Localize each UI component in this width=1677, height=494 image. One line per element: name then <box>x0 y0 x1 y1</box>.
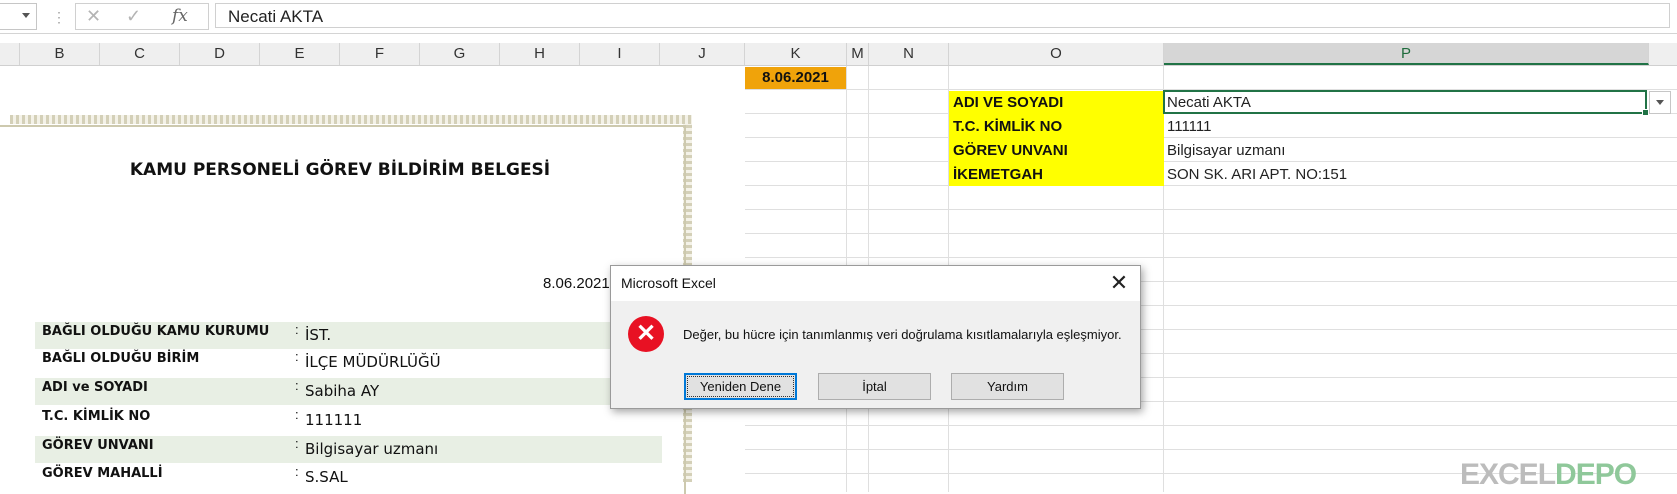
form-row: BAĞLI OLDUĞU BİRİM : İLÇE MÜDÜRLÜĞÜ <box>35 349 662 376</box>
formula-bar: ⋮ ✕ ✓ fx Necati AKTA <box>0 0 1677 34</box>
dialog-message: Değer, bu hücre için tanımlanmış veri do… <box>683 327 1122 342</box>
column-header[interactable]: C <box>100 43 180 65</box>
form-row-value: Bilgisayar uzmanı <box>305 440 439 458</box>
row-header-corner[interactable] <box>0 43 20 65</box>
dialog-title: Microsoft Excel <box>621 275 716 291</box>
name-box[interactable] <box>0 3 37 30</box>
validation-dropdown-button[interactable] <box>1649 91 1671 114</box>
error-dialog: Microsoft Excel ✕ ✕ Değer, bu hücre için… <box>610 265 1141 409</box>
info-label[interactable]: GÖREV UNVANI <box>953 139 1068 163</box>
column-header[interactable]: E <box>260 43 340 65</box>
form-colon: : <box>295 349 299 364</box>
column-header[interactable]: G <box>420 43 500 65</box>
formula-input[interactable]: Necati AKTA <box>215 3 1670 28</box>
active-cell[interactable] <box>1163 90 1649 116</box>
form-colon: : <box>295 464 299 479</box>
watermark-text: EXCEL <box>1460 458 1556 491</box>
info-label[interactable]: İKEMETGAH <box>953 163 1043 187</box>
date-cell[interactable]: 8.06.2021 <box>745 67 846 89</box>
check-icon[interactable]: ✓ <box>126 6 141 27</box>
form-row: GÖREV UNVANI : Bilgisayar uzmanı <box>35 436 662 463</box>
form-row: ADI ve SOYADI : Sabiha AY <box>35 378 662 405</box>
form-colon: : <box>295 407 299 422</box>
form-row-value: İST. <box>305 326 332 344</box>
info-value[interactable]: 111111 <box>1167 115 1212 139</box>
help-button[interactable]: Yardım <box>951 373 1064 400</box>
form-document: KAMU PERSONELİ GÖREV BİLDİRİM BELGESİ 8.… <box>0 105 702 494</box>
form-row-label: BAĞLI OLDUĞU KAMU KURUMU <box>42 324 270 339</box>
info-value[interactable]: Bilgisayar uzmanı <box>1167 139 1285 163</box>
formula-tools: ✕ ✓ fx <box>75 3 209 30</box>
form-row-value: Sabiha AY <box>305 382 380 400</box>
retry-button[interactable]: Yeniden Dene <box>684 373 797 400</box>
form-row-label: T.C. KİMLİK NO <box>42 409 151 424</box>
form-row: T.C. KİMLİK NO : 111111 <box>35 407 662 434</box>
column-header[interactable]: M <box>847 43 869 65</box>
close-icon[interactable]: ✕ <box>1106 270 1132 296</box>
form-colon: : <box>295 378 299 393</box>
form-row-value: İLÇE MÜDÜRLÜĞÜ <box>305 353 441 371</box>
info-label[interactable]: T.C. KİMLİK NO <box>953 115 1062 139</box>
form-row-label: GÖREV MAHALLİ <box>42 466 163 481</box>
watermark-text: DEPO <box>1555 458 1637 491</box>
column-header[interactable]: F <box>340 43 420 65</box>
column-header[interactable]: H <box>500 43 580 65</box>
error-icon: ✕ <box>628 316 664 352</box>
column-header[interactable]: J <box>660 43 745 65</box>
form-row-label: BAĞLI OLDUĞU BİRİM <box>42 351 200 366</box>
column-header[interactable]: O <box>949 43 1164 65</box>
column-header[interactable]: D <box>180 43 260 65</box>
info-value[interactable]: SON SK. ARI APT. NO:151 <box>1167 163 1347 187</box>
watermark-logo: EXCELDEPO <box>1460 458 1637 492</box>
dialog-titlebar[interactable]: Microsoft Excel ✕ <box>611 266 1140 301</box>
dialog-body: ✕ Değer, bu hücre için tanımlanmış veri … <box>611 301 1140 408</box>
form-row-label: ADI ve SOYADI <box>42 380 148 395</box>
fill-handle[interactable] <box>1642 109 1649 116</box>
column-header[interactable]: K <box>745 43 847 65</box>
form-colon: : <box>295 436 299 451</box>
column-header-selected[interactable]: P <box>1164 43 1649 65</box>
cancel-button[interactable]: İptal <box>818 373 931 400</box>
x-icon[interactable]: ✕ <box>86 6 101 27</box>
column-header[interactable]: N <box>869 43 949 65</box>
form-title: KAMU PERSONELİ GÖREV BİLDİRİM BELGESİ <box>129 160 551 180</box>
column-headers: B C D E F G H I J K M N O P <box>0 43 1677 66</box>
form-row: BAĞLI OLDUĞU KAMU KURUMU : İST. <box>35 322 662 349</box>
form-colon: : <box>295 322 299 337</box>
column-header[interactable]: I <box>580 43 660 65</box>
info-label[interactable]: ADI VE SOYADI <box>953 91 1063 115</box>
fx-icon[interactable]: fx <box>172 6 188 26</box>
form-row-label: GÖREV UNVANI <box>42 438 154 453</box>
form-row: GÖREV MAHALLİ : S.SAL <box>35 464 662 491</box>
info-label-block: ADI VE SOYADI T.C. KİMLİK NO GÖREV UNVAN… <box>949 91 1164 186</box>
form-date: 8.06.2021 <box>543 275 610 292</box>
chevron-down-icon[interactable] <box>22 13 30 18</box>
formula-bar-grip-icon: ⋮ <box>52 9 67 25</box>
column-header[interactable]: B <box>20 43 100 65</box>
form-row-value: S.SAL <box>305 468 348 486</box>
form-row-value: 111111 <box>305 411 363 429</box>
